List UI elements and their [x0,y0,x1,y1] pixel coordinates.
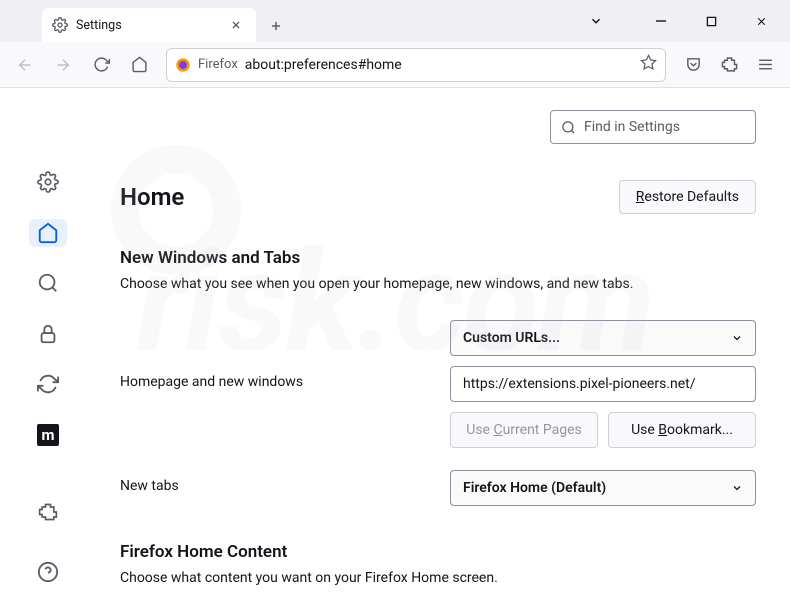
search-placeholder: Find in Settings [584,119,680,135]
home-button[interactable] [122,48,156,82]
forward-button[interactable] [46,48,80,82]
address-url: about:preferences#home [245,57,633,73]
extensions-button[interactable] [712,48,746,82]
sidebar-sync[interactable] [29,370,67,399]
address-prefix: Firefox [198,57,238,72]
sidebar-search[interactable] [29,269,67,298]
sidebar-more[interactable]: m [29,421,67,450]
sidebar-privacy[interactable] [29,320,67,349]
use-current-pages-button[interactable]: Use Current Pages [450,412,598,448]
section2-title: Firefox Home Content [120,542,756,562]
newtabs-select-value: Firefox Home (Default) [463,480,606,496]
main-content: Find in Settings Home Restore Defaults N… [96,88,790,605]
homepage-label: Homepage and new windows [120,366,450,390]
tab-bar: Settings [0,0,790,42]
menu-button[interactable] [748,48,782,82]
section-desc: Choose what you see when you open your h… [120,276,756,292]
pocket-button[interactable] [676,48,710,82]
search-input[interactable]: Find in Settings [550,110,756,144]
sidebar-help[interactable] [29,553,67,591]
settings-sidebar: m [0,88,96,605]
active-tab[interactable]: Settings [42,8,256,42]
section-title: New Windows and Tabs [120,248,756,268]
maximize-button[interactable] [688,4,734,38]
section2-desc: Choose what content you want on your Fir… [120,570,756,586]
firefox-logo-icon [175,57,191,73]
bookmark-star-icon[interactable] [640,54,657,75]
minimize-button[interactable] [638,4,684,38]
use-bookmark-button[interactable]: Use Bookmark... [608,412,756,448]
homepage-mode-select[interactable]: Custom URLs... [450,320,756,356]
reload-button[interactable] [84,48,118,82]
chevron-down-icon [731,332,743,344]
homepage-url-input[interactable] [450,366,756,402]
newtabs-label: New tabs [120,470,450,494]
tabs-dropdown-button[interactable] [578,4,614,38]
tab-label: Settings [76,18,218,33]
back-button[interactable] [8,48,42,82]
restore-defaults-button[interactable]: Restore Defaults [619,180,756,214]
new-tab-button[interactable] [260,10,292,42]
close-icon[interactable] [226,15,246,35]
sidebar-home[interactable] [29,219,67,248]
sidebar-general[interactable] [29,168,67,197]
m-icon: m [37,424,59,446]
homepage-select-value: Custom URLs... [463,330,560,346]
chevron-down-icon [731,482,743,494]
newtabs-select[interactable]: Firefox Home (Default) [450,470,756,506]
sidebar-extensions[interactable] [29,493,67,531]
gear-icon [52,17,68,33]
toolbar: Firefox about:preferences#home [0,42,790,88]
page-title: Home [120,183,184,211]
address-bar[interactable]: Firefox about:preferences#home [166,48,666,82]
close-window-button[interactable] [738,4,784,38]
search-icon [561,120,576,135]
